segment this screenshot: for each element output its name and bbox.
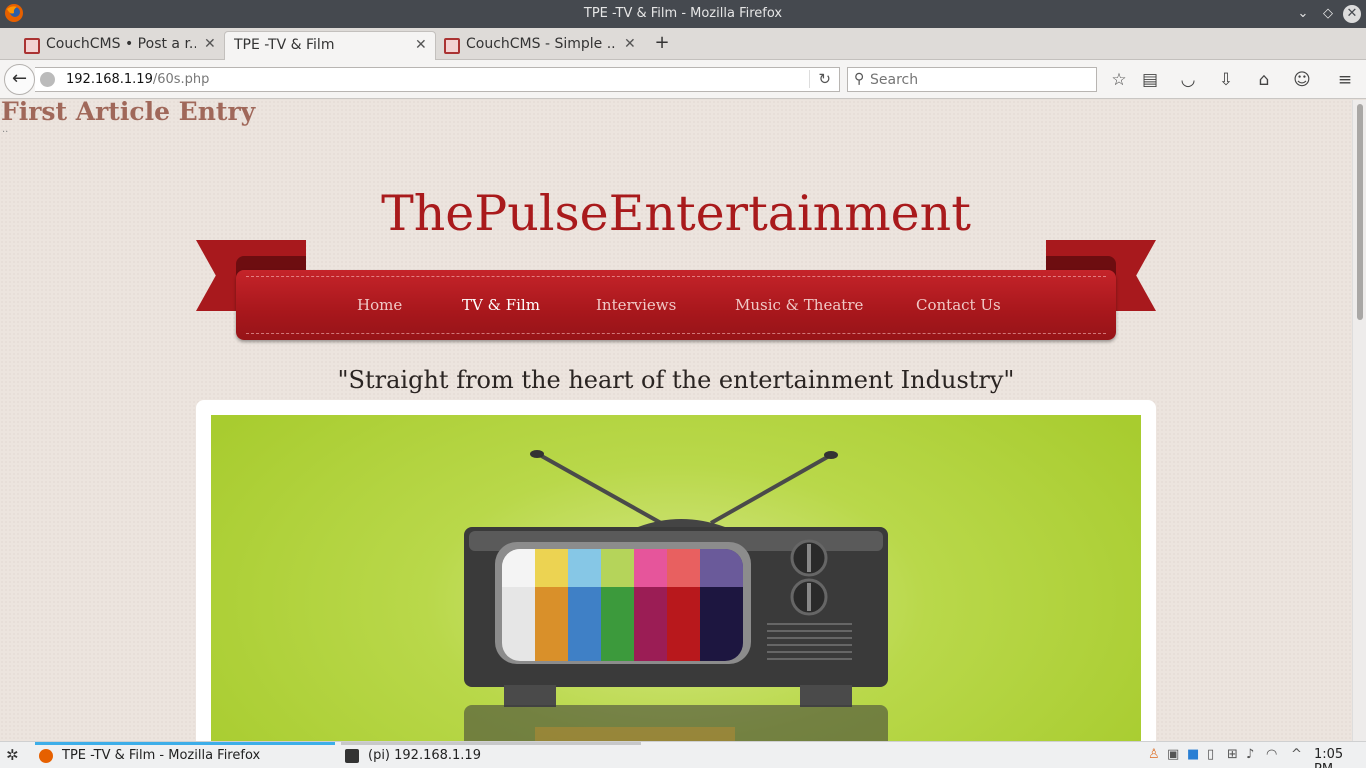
menu-item-contact-us[interactable]: Contact Us — [916, 296, 1001, 314]
back-button[interactable]: ← — [4, 64, 35, 95]
tab-label: CouchCMS - Simple ... — [466, 36, 616, 52]
clock[interactable]: 1:05 PM — [1314, 747, 1366, 768]
volume-icon[interactable]: ♪ — [1246, 747, 1254, 762]
downloads-icon[interactable]: ⇩ — [1215, 69, 1237, 91]
tab-tpe-tv-film[interactable]: TPE -TV & Film ✕ — [224, 31, 436, 60]
device-icon[interactable]: ▯ — [1207, 747, 1214, 762]
window-titlebar: TPE -TV & Film - Mozilla Firefox ⌄ ◇ ✕ — [0, 0, 1366, 28]
hero-image — [211, 415, 1141, 741]
close-tab-icon[interactable]: ✕ — [204, 36, 216, 52]
window-title: TPE -TV & Film - Mozilla Firefox — [583, 6, 783, 21]
close-window-button[interactable]: ✕ — [1343, 5, 1361, 23]
terminal-icon — [345, 749, 359, 763]
main-menu: Home TV & Film Interviews Music & Theatr… — [236, 270, 1116, 340]
reading-list-icon[interactable]: ▤ — [1139, 69, 1161, 91]
minimize-icon[interactable]: ⌄ — [1294, 5, 1312, 23]
search-box[interactable]: ⚲ — [847, 67, 1097, 92]
active-task-indicator — [35, 742, 335, 745]
tab-label: CouchCMS • Post a r... — [46, 36, 196, 52]
retro-tv-illustration — [464, 450, 888, 741]
task-indicator — [341, 742, 641, 745]
wifi-icon[interactable]: ◠ — [1266, 747, 1277, 762]
site-info-icon[interactable] — [40, 72, 55, 87]
scrollbar-thumb[interactable] — [1357, 104, 1363, 320]
task-label: TPE -TV & Film - Mozilla Firefox — [62, 748, 261, 763]
navigation-toolbar: 192.168.1.19/60s.php ↻ ← ⚲ ☆ ▤ ◡ ⇩ ⌂ ☺ ≡ — [0, 60, 1366, 99]
taskbar: ✲ TPE -TV & Film - Mozilla Firefox (pi) … — [0, 741, 1366, 768]
notification-icon[interactable]: ♙ — [1148, 747, 1160, 762]
network-icon[interactable]: ⊞ — [1227, 747, 1238, 762]
close-tab-icon[interactable]: ✕ — [624, 36, 636, 52]
application-launcher-icon[interactable]: ✲ — [6, 746, 19, 764]
couchcms-favicon-icon — [24, 38, 40, 54]
article-title[interactable]: First Article Entry — [1, 100, 255, 126]
search-input[interactable] — [870, 71, 1090, 89]
bookmark-star-icon[interactable]: ☆ — [1108, 69, 1130, 91]
url-bar[interactable]: 192.168.1.19/60s.php ↻ — [35, 67, 840, 92]
article-excerpt: .. — [2, 124, 9, 135]
reload-icon[interactable]: ↻ — [809, 70, 831, 88]
firefox-icon — [39, 749, 53, 763]
search-icon: ⚲ — [854, 71, 865, 87]
home-icon[interactable]: ⌂ — [1253, 69, 1275, 91]
tab-strip: CouchCMS • Post a r... ✕ TPE -TV & Film … — [0, 28, 1366, 60]
pocket-icon[interactable]: ◡ — [1177, 69, 1199, 91]
page-viewport: First Article Entry .. ThePulseEntertain… — [0, 100, 1352, 741]
menu-icon[interactable]: ≡ — [1334, 69, 1356, 91]
tab-label: TPE -TV & Film — [234, 37, 335, 53]
tab-couchcms-simple[interactable]: CouchCMS - Simple ... ✕ — [442, 31, 642, 60]
couchcms-favicon-icon — [444, 38, 460, 54]
task-firefox[interactable]: TPE -TV & Film - Mozilla Firefox — [35, 742, 335, 768]
close-tab-icon[interactable]: ✕ — [415, 37, 427, 53]
menu-item-music-theatre[interactable]: Music & Theatre — [735, 296, 863, 314]
clipboard-icon[interactable]: ▣ — [1167, 747, 1179, 762]
page-scrollbar[interactable] — [1352, 100, 1366, 741]
menu-item-interviews[interactable]: Interviews — [596, 296, 676, 314]
menu-item-home[interactable]: Home — [357, 296, 402, 314]
hello-icon[interactable]: ☺ — [1291, 69, 1313, 91]
site-title: ThePulseEntertainment — [381, 185, 971, 242]
tray-expand-icon[interactable]: ^ — [1291, 747, 1302, 762]
new-tab-button[interactable]: + — [652, 33, 672, 53]
url-host: 192.168.1.19 — [66, 72, 153, 87]
updates-icon[interactable]: ■ — [1187, 747, 1199, 762]
url-text: 192.168.1.19/60s.php — [66, 72, 209, 87]
site-tagline: "Straight from the heart of the entertai… — [337, 366, 1015, 394]
url-path: /60s.php — [152, 72, 210, 87]
menu-item-tv-film[interactable]: TV & Film — [462, 296, 540, 314]
tab-couchcms-post[interactable]: CouchCMS • Post a r... ✕ — [22, 31, 222, 60]
task-label: (pi) 192.168.1.19 — [368, 748, 481, 763]
task-terminal[interactable]: (pi) 192.168.1.19 — [341, 742, 641, 768]
maximize-icon[interactable]: ◇ — [1319, 5, 1337, 23]
